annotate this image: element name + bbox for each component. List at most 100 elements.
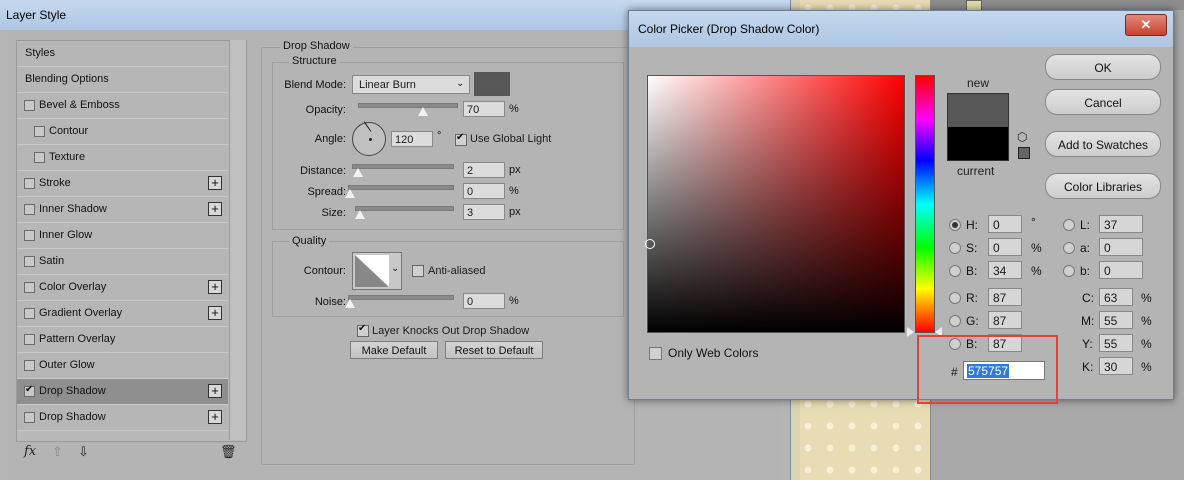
gamut-cube-icon[interactable]: ⬡: [1017, 130, 1027, 144]
spread-slider-handle[interactable]: [345, 189, 355, 198]
hue-slider-left-handle[interactable]: [907, 327, 914, 337]
color-field-marker[interactable]: [645, 239, 655, 249]
black-input[interactable]: 30: [1099, 357, 1133, 375]
add-style-icon[interactable]: +: [208, 306, 222, 320]
hue-slider[interactable]: [915, 75, 935, 333]
opacity-slider-handle[interactable]: [418, 107, 428, 116]
add-style-icon[interactable]: +: [208, 410, 222, 424]
yellow-input[interactable]: 55: [1099, 334, 1133, 352]
add-style-icon[interactable]: +: [208, 384, 222, 398]
close-button[interactable]: ✕: [1125, 14, 1167, 36]
fx-icon[interactable]: fx: [24, 444, 36, 459]
distance-slider-handle[interactable]: [353, 168, 363, 177]
opacity-input[interactable]: 70: [463, 101, 505, 117]
saturation-radio[interactable]: [949, 242, 961, 254]
style-item[interactable]: Color Overlay +: [17, 275, 228, 301]
knocks-out-checkbox[interactable]: [357, 323, 369, 337]
only-web-colors-label: Only Web Colors: [668, 346, 759, 360]
noise-input[interactable]: 0: [463, 293, 505, 309]
shadow-color-swatch[interactable]: [474, 72, 510, 96]
distance-input[interactable]: 2: [463, 162, 505, 178]
red-input[interactable]: 87: [988, 288, 1022, 306]
spread-input[interactable]: 0: [463, 183, 505, 199]
green-radio[interactable]: [949, 315, 961, 327]
make-default-button[interactable]: Make Default: [350, 341, 438, 359]
style-item[interactable]: Bevel & Emboss: [17, 93, 228, 119]
contour-picker[interactable]: ⌄: [352, 252, 402, 290]
use-global-light-checkbox[interactable]: [455, 132, 467, 146]
current-color-swatch[interactable]: [947, 127, 1009, 161]
a-channel-input[interactable]: 0: [1099, 238, 1143, 256]
lightness-radio[interactable]: [1063, 219, 1075, 231]
style-checkbox[interactable]: [24, 256, 35, 267]
size-slider[interactable]: [355, 206, 454, 211]
style-item[interactable]: Outer Glow: [17, 353, 228, 379]
opacity-slider[interactable]: [358, 103, 458, 108]
only-web-colors-checkbox[interactable]: [649, 347, 662, 360]
style-item[interactable]: Stroke +: [17, 171, 228, 197]
saturation-input[interactable]: 0: [988, 238, 1022, 256]
cancel-button[interactable]: Cancel: [1045, 89, 1161, 115]
green-input[interactable]: 87: [988, 311, 1022, 329]
style-item[interactable]: Gradient Overlay +: [17, 301, 228, 327]
spread-slider[interactable]: [348, 185, 454, 190]
trash-icon[interactable]: 🗑: [220, 444, 237, 460]
color-libraries-button[interactable]: Color Libraries: [1045, 173, 1161, 199]
b-channel-radio[interactable]: [1063, 265, 1075, 277]
style-checkbox[interactable]: [34, 126, 45, 137]
style-checkbox[interactable]: [24, 178, 35, 189]
web-safe-swatch-icon[interactable]: [1018, 147, 1030, 159]
reset-to-default-button[interactable]: Reset to Default: [445, 341, 543, 359]
saturation-brightness-field[interactable]: [647, 75, 905, 333]
style-item[interactable]: Drop Shadow +: [17, 405, 228, 431]
blend-mode-select[interactable]: Linear Burn ⌄: [352, 75, 470, 94]
style-item[interactable]: Inner Glow: [17, 223, 228, 249]
cyan-input[interactable]: 63: [1099, 288, 1133, 306]
style-checkbox[interactable]: [24, 230, 35, 241]
hue-radio[interactable]: [949, 219, 961, 231]
style-item[interactable]: Inner Shadow +: [17, 197, 228, 223]
b-channel-input[interactable]: 0: [1099, 261, 1143, 279]
add-style-icon[interactable]: +: [208, 202, 222, 216]
style-checkbox[interactable]: [24, 334, 35, 345]
size-slider-handle[interactable]: [355, 210, 365, 219]
ok-button[interactable]: OK: [1045, 54, 1161, 80]
a-channel-radio[interactable]: [1063, 242, 1075, 254]
styles-list-scrollbar[interactable]: [229, 40, 246, 440]
lightness-input[interactable]: 37: [1099, 215, 1143, 233]
add-style-icon[interactable]: +: [208, 176, 222, 190]
color-picker-titlebar[interactable]: Color Picker (Drop Shadow Color) ✕: [629, 11, 1173, 47]
move-up-icon[interactable]: ⇧: [52, 444, 63, 460]
style-item[interactable]: Texture: [17, 145, 228, 171]
red-radio[interactable]: [949, 292, 961, 304]
angle-dial[interactable]: [352, 121, 386, 156]
style-checkbox[interactable]: [24, 204, 35, 215]
add-to-swatches-button[interactable]: Add to Swatches: [1045, 131, 1161, 157]
noise-slider-handle[interactable]: [345, 299, 355, 308]
style-item[interactable]: Satin: [17, 249, 228, 275]
angle-input[interactable]: 120: [391, 131, 433, 147]
style-item[interactable]: Contour: [17, 119, 228, 145]
style-checkbox[interactable]: [24, 282, 35, 293]
style-checkbox[interactable]: [24, 308, 35, 319]
distance-slider[interactable]: [352, 164, 454, 169]
size-input[interactable]: 3: [463, 204, 505, 220]
style-item[interactable]: Styles: [17, 41, 228, 67]
style-checkbox[interactable]: [24, 412, 35, 423]
style-checkbox[interactable]: [24, 384, 35, 397]
style-item[interactable]: Blending Options: [17, 67, 228, 93]
brightness-input[interactable]: 34: [988, 261, 1022, 279]
style-checkbox[interactable]: [24, 360, 35, 371]
anti-aliased-checkbox[interactable]: [412, 265, 424, 277]
noise-slider[interactable]: [348, 295, 454, 300]
style-item[interactable]: Pattern Overlay: [17, 327, 228, 353]
brightness-radio[interactable]: [949, 265, 961, 277]
move-down-icon[interactable]: ⇩: [78, 444, 89, 460]
style-checkbox[interactable]: [34, 152, 45, 163]
yellow-label: Y:: [1082, 337, 1093, 351]
style-item[interactable]: Drop Shadow +: [17, 379, 228, 405]
magenta-input[interactable]: 55: [1099, 311, 1133, 329]
style-checkbox[interactable]: [24, 100, 35, 111]
hue-input[interactable]: 0: [988, 215, 1022, 233]
add-style-icon[interactable]: +: [208, 280, 222, 294]
